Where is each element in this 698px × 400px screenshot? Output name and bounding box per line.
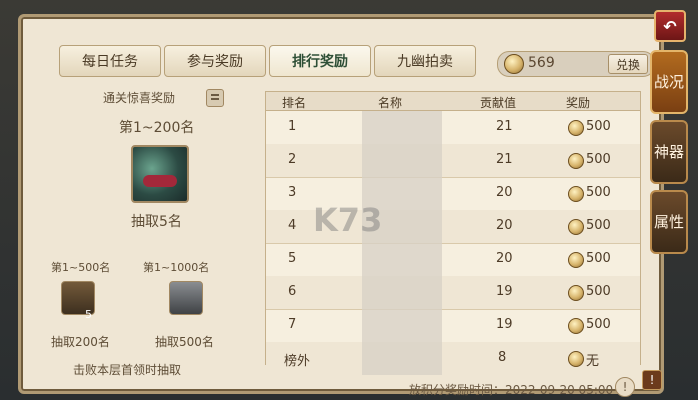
tab-participation-reward[interactable]: 参与奖励 <box>164 45 266 77</box>
info-icon[interactable]: ! <box>615 377 635 397</box>
table-header: 排名 名称 贡献值 奖励 <box>266 92 640 111</box>
watermark: K73 <box>313 201 383 239</box>
reward-coin-icon <box>568 285 584 301</box>
side-tab-attributes[interactable]: 属性 <box>650 190 688 254</box>
reward-value: 500 <box>586 251 611 266</box>
reward-value: 无 <box>586 354 600 369</box>
header-rank: 排名 <box>282 96 307 110</box>
reward-coin-icon <box>568 120 584 136</box>
rank-cell: 5 <box>288 251 297 266</box>
blurred-name <box>362 309 442 342</box>
tab-daily-task[interactable]: 每日任务 <box>59 45 161 77</box>
surprise-reward-title: 通关惊喜奖励 <box>103 91 176 105</box>
reward-coin-icon <box>568 153 584 169</box>
reward-coin-icon <box>568 252 584 268</box>
rank-cell: 6 <box>288 284 297 299</box>
top-tabs: 每日任务 参与奖励 排行奖励 九幽拍卖 569 兑换 <box>41 37 661 77</box>
reward-coin-icon <box>568 186 584 202</box>
reward-value: 500 <box>586 152 611 167</box>
score-cell: 19 <box>496 284 513 299</box>
side-nav: 战况 神器 属性 <box>650 50 688 350</box>
list-icon[interactable] <box>206 89 224 107</box>
table-row: 1 21 500 <box>266 111 640 145</box>
table-row: 6 19 500 <box>266 276 640 310</box>
blurred-name <box>362 111 442 144</box>
rank-range-1: 第1~200名 <box>119 120 195 136</box>
blurred-name <box>362 144 442 177</box>
header-reward: 奖励 <box>566 96 591 110</box>
table-row: 2 21 500 <box>266 144 640 178</box>
rank-range-3: 第1~1000名 <box>143 261 210 274</box>
blurred-name <box>362 243 442 276</box>
table-row: 榜外 8 无 <box>266 342 640 375</box>
score-cell: 20 <box>496 185 513 200</box>
score-cell: 21 <box>496 152 513 167</box>
reward-preview: 通关惊喜奖励 第1~200名 抽取5名 第1~500名 第1~1000名 5 抽… <box>51 81 241 393</box>
table-row: 5 20 500 <box>266 243 640 277</box>
draw-count-3: 抽取500名 <box>155 335 214 349</box>
rank-range-2: 第1~500名 <box>51 261 111 274</box>
rank-cell: 4 <box>288 218 297 233</box>
rank-cell: 2 <box>288 152 297 167</box>
reward-time-text: 放积分奖励时间：2022-09-20 05:00 <box>409 383 614 397</box>
score-cell: 8 <box>498 350 507 365</box>
reward-value: 500 <box>586 185 611 200</box>
reward-coin-icon <box>568 351 584 367</box>
score-cell: 19 <box>496 317 513 332</box>
header-name: 名称 <box>378 96 403 110</box>
side-tab-artifact[interactable]: 神器 <box>650 120 688 184</box>
reward-value: 500 <box>586 119 611 134</box>
warning-icon[interactable]: ! <box>642 370 662 390</box>
header-score: 贡献值 <box>480 96 517 110</box>
currency-bar: 569 兑换 <box>497 51 655 77</box>
reward-value: 500 <box>586 284 611 299</box>
exchange-button[interactable]: 兑换 <box>608 54 648 74</box>
back-button[interactable]: ↶ <box>654 10 686 42</box>
side-tab-battle[interactable]: 战况 <box>650 50 688 114</box>
currency-value: 569 <box>528 55 555 71</box>
table-row: 7 19 500 <box>266 309 640 343</box>
blurred-name <box>362 342 442 375</box>
reward-chest-icon <box>169 281 203 315</box>
rank-cell: 7 <box>288 317 297 332</box>
reward-value: 500 <box>586 218 611 233</box>
reward-value: 500 <box>586 317 611 332</box>
score-cell: 20 <box>496 251 513 266</box>
blurred-name <box>362 276 442 309</box>
draw-count-2: 抽取200名 <box>51 335 110 349</box>
ranking-panel: 每日任务 参与奖励 排行奖励 九幽拍卖 569 兑换 通关惊喜奖励 第1~200… <box>18 14 664 397</box>
item-count-badge: 5 <box>85 308 92 321</box>
tab-ranking-reward[interactable]: 排行奖励 <box>269 45 371 77</box>
reward-coin-icon <box>568 219 584 235</box>
draw-condition-note: 击败本层首领时抽取 <box>73 363 182 377</box>
rank-cell: 1 <box>288 119 297 134</box>
coin-icon <box>504 54 524 74</box>
tab-auction[interactable]: 九幽拍卖 <box>374 45 476 77</box>
dragon-reward-icon <box>131 145 189 203</box>
reward-coin-icon <box>568 318 584 334</box>
rank-cell: 3 <box>288 185 297 200</box>
draw-count-1: 抽取5名 <box>131 214 182 230</box>
score-cell: 20 <box>496 218 513 233</box>
rank-cell: 榜外 <box>284 354 311 369</box>
score-cell: 21 <box>496 119 513 134</box>
